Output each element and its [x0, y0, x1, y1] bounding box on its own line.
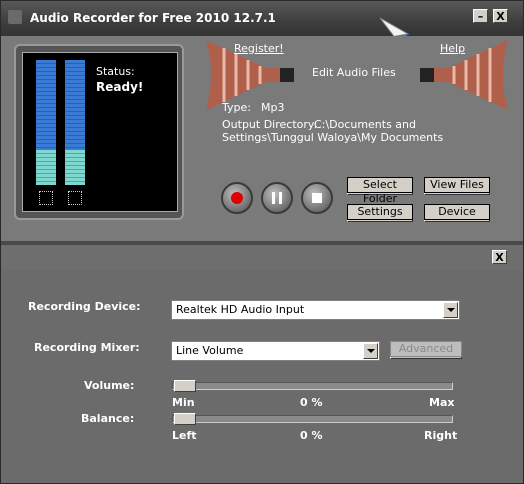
- volume-label: Volume:: [84, 379, 135, 392]
- advanced-button[interactable]: Advanced: [390, 341, 462, 359]
- settings-button[interactable]: Settings: [347, 204, 413, 222]
- recording-mixer-select[interactable]: Line Volume: [171, 341, 380, 361]
- device-button[interactable]: Device: [424, 204, 490, 222]
- type-value: Mp3: [261, 101, 285, 114]
- record-icon: [231, 192, 243, 204]
- chevron-down-icon: [443, 302, 458, 318]
- select-folder-label: Select Folder: [347, 177, 413, 205]
- type-label: Type:: [222, 101, 251, 114]
- balance-label: Balance:: [81, 412, 135, 425]
- pause-button[interactable]: [261, 182, 293, 214]
- balance-slider-thumb[interactable]: [174, 413, 196, 425]
- pause-icon: [272, 192, 282, 204]
- balance-left-label: Left: [172, 429, 197, 442]
- view-files-label: View Files: [424, 177, 490, 193]
- device-panel-close-button[interactable]: X: [492, 250, 507, 264]
- volume-slider-track[interactable]: [172, 382, 453, 390]
- balance-right-label: Right: [424, 429, 458, 442]
- output-directory-label: Output Directory:: [222, 118, 318, 131]
- device-panel-header: [0, 245, 524, 271]
- chevron-down-icon: [363, 343, 378, 359]
- help-link[interactable]: Help: [440, 42, 465, 55]
- recording-device-value: Realtek HD Audio Input: [176, 303, 305, 316]
- register-link[interactable]: Register!: [234, 42, 284, 55]
- status-label: Status:: [96, 65, 135, 78]
- output-directory-value: C:\Documents and: [314, 118, 417, 131]
- recording-device-label: Recording Device:: [28, 300, 141, 313]
- stop-button[interactable]: [301, 182, 333, 214]
- status-value: Ready!: [96, 80, 144, 94]
- balance-slider-track[interactable]: [172, 415, 453, 423]
- app-icon: [8, 10, 22, 24]
- volume-max-label: Max: [429, 396, 455, 409]
- output-directory-value-continued: Settings\Tunggul Waloya\My Documents: [222, 131, 444, 144]
- volume-slider-thumb[interactable]: [174, 380, 196, 392]
- view-files-button[interactable]: View Files: [424, 177, 490, 195]
- balance-value: 0 %: [300, 429, 323, 442]
- stop-icon: [312, 193, 322, 203]
- right-level-fill: [65, 150, 85, 185]
- window-title: Audio Recorder for Free 2010 12.7.1: [30, 11, 276, 25]
- record-button[interactable]: [221, 182, 253, 214]
- right-channel-icon: [68, 191, 82, 205]
- settings-label: Settings: [347, 204, 413, 220]
- edit-audio-files-link[interactable]: Edit Audio Files: [312, 66, 396, 79]
- minimize-button[interactable]: –: [473, 9, 488, 23]
- recording-mixer-label: Recording Mixer:: [34, 341, 140, 354]
- left-level-fill: [36, 150, 56, 185]
- select-folder-button[interactable]: Select Folder: [347, 177, 413, 205]
- volume-min-label: Min: [172, 396, 195, 409]
- volume-value: 0 %: [300, 396, 323, 409]
- advanced-label: Advanced: [390, 341, 462, 357]
- left-channel-icon: [39, 191, 53, 205]
- recording-device-select[interactable]: Realtek HD Audio Input: [171, 300, 460, 320]
- recording-mixer-value: Line Volume: [176, 344, 244, 357]
- device-label: Device: [424, 204, 490, 220]
- close-button[interactable]: X: [493, 9, 508, 23]
